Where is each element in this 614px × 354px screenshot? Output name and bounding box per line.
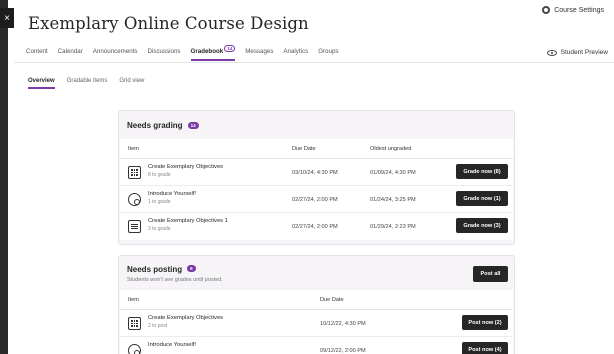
grade-now-button[interactable]: Grade now (8)	[456, 164, 508, 179]
item-meta: 3 to grade	[148, 226, 171, 232]
column-header-due-date: Due Date	[292, 145, 316, 152]
assignment-grid-icon	[128, 317, 141, 330]
gradebook-count-badge: 14	[224, 45, 236, 52]
item-name[interactable]: Create Exemplary Objectives 1	[148, 218, 228, 224]
item-meta: 2 to post	[148, 323, 168, 329]
discussion-icon	[128, 193, 141, 206]
needs-grading-count-badge: 14	[187, 121, 199, 129]
tab-content[interactable]: Content	[26, 48, 48, 61]
due-date: 10/12/22, 4:30 PM	[320, 321, 366, 327]
column-header-item: Item	[128, 296, 139, 303]
course-settings-label: Course Settings	[554, 6, 604, 14]
item-meta: 1 to grade	[148, 199, 171, 205]
item-name[interactable]: Introduce Yourself!	[148, 342, 196, 348]
item-name[interactable]: Create Exemplary Objectives	[148, 164, 223, 170]
needs-grading-table: Item Due Date Oldest ungraded Create Exe…	[120, 139, 513, 240]
eye-icon	[546, 49, 557, 56]
tab-gradebook[interactable]: Gradebook 14	[190, 45, 236, 61]
student-preview-button[interactable]: Student Preview	[546, 49, 608, 56]
test-list-icon	[128, 220, 141, 233]
column-header-item: Item	[128, 145, 139, 152]
needs-posting-subtitle: Students won't see grades until posted.	[127, 277, 223, 283]
needs-grading-title: Needs grading	[127, 120, 183, 130]
left-edge-strip	[0, 0, 8, 354]
needs-posting-table: Item Due Date Create Exemplary Objective…	[120, 290, 513, 354]
needs-posting-count-badge: 6	[187, 265, 196, 272]
course-nav: Content Calendar Announcements Discussio…	[26, 45, 338, 61]
subtab-gradable-items[interactable]: Gradable items	[67, 78, 108, 89]
tab-announcements[interactable]: Announcements	[93, 48, 138, 61]
item-name[interactable]: Create Exemplary Objectives	[148, 315, 223, 321]
grade-now-button[interactable]: Grade now (3)	[456, 218, 508, 233]
table-row: Create Exemplary Objectives 8 to grade 0…	[120, 159, 513, 186]
post-now-button[interactable]: Post now (4)	[462, 342, 508, 354]
needs-posting-panel: Needs posting 6 Students won't see grade…	[118, 255, 515, 354]
table-header: Item Due Date	[120, 290, 513, 310]
table-header: Item Due Date Oldest ungraded	[120, 139, 513, 159]
student-preview-label: Student Preview	[560, 49, 608, 56]
table-row: Create Exemplary Objectives 1 3 to grade…	[120, 213, 513, 240]
item-name[interactable]: Introduce Yourself!	[148, 191, 196, 197]
tab-analytics[interactable]: Analytics	[283, 48, 308, 61]
due-date: 02/27/24, 2:00 PM	[292, 224, 338, 230]
course-settings-link[interactable]: Course Settings	[542, 6, 604, 14]
tab-groups[interactable]: Groups	[318, 48, 338, 61]
tab-gradebook-label: Gradebook	[190, 48, 224, 55]
subtab-overview[interactable]: Overview	[28, 78, 55, 89]
nav-divider	[14, 62, 614, 63]
post-all-button[interactable]: Post all	[473, 266, 508, 282]
oldest-ungraded: 01/09/24, 4:30 PM	[370, 170, 416, 176]
table-row: Introduce Yourself! 1 to grade 02/27/24,…	[120, 186, 513, 213]
due-date: 09/12/22, 2:00 PM	[320, 348, 366, 354]
discussion-icon	[128, 344, 141, 354]
grade-now-button[interactable]: Grade now (1)	[456, 191, 508, 206]
assignment-grid-icon	[128, 166, 141, 179]
column-header-oldest-ungraded: Oldest ungraded	[370, 145, 412, 152]
needs-grading-panel: Needs grading 14 Item Due Date Oldest un…	[118, 110, 515, 245]
tab-messages[interactable]: Messages	[245, 48, 273, 61]
item-meta: 8 to grade	[148, 172, 171, 178]
tab-discussions[interactable]: Discussions	[148, 48, 181, 61]
course-title: Exemplary Online Course Design	[28, 14, 309, 33]
needs-grading-header: Needs grading 14	[119, 111, 514, 139]
table-row: Create Exemplary Objectives 2 to post 10…	[120, 310, 513, 337]
gear-icon	[542, 6, 551, 14]
post-now-button[interactable]: Post now (2)	[462, 315, 508, 330]
close-icon[interactable]: ×	[0, 8, 14, 28]
column-header-due-date: Due Date	[320, 296, 344, 303]
subtab-grid-view[interactable]: Grid view	[119, 78, 144, 89]
table-row: Introduce Yourself! 09/12/22, 2:00 PM Po…	[120, 337, 513, 354]
needs-posting-header: Needs posting 6	[119, 256, 514, 290]
tab-calendar[interactable]: Calendar	[58, 48, 83, 61]
oldest-ungraded: 01/24/24, 3:25 PM	[370, 197, 416, 203]
due-date: 03/10/24, 4:30 PM	[292, 170, 338, 176]
oldest-ungraded: 01/29/24, 2:23 PM	[370, 224, 416, 230]
needs-posting-title: Needs posting	[127, 265, 183, 274]
gradebook-subtabs: Overview Gradable items Grid view	[28, 78, 144, 89]
due-date: 02/27/24, 2:00 PM	[292, 197, 338, 203]
